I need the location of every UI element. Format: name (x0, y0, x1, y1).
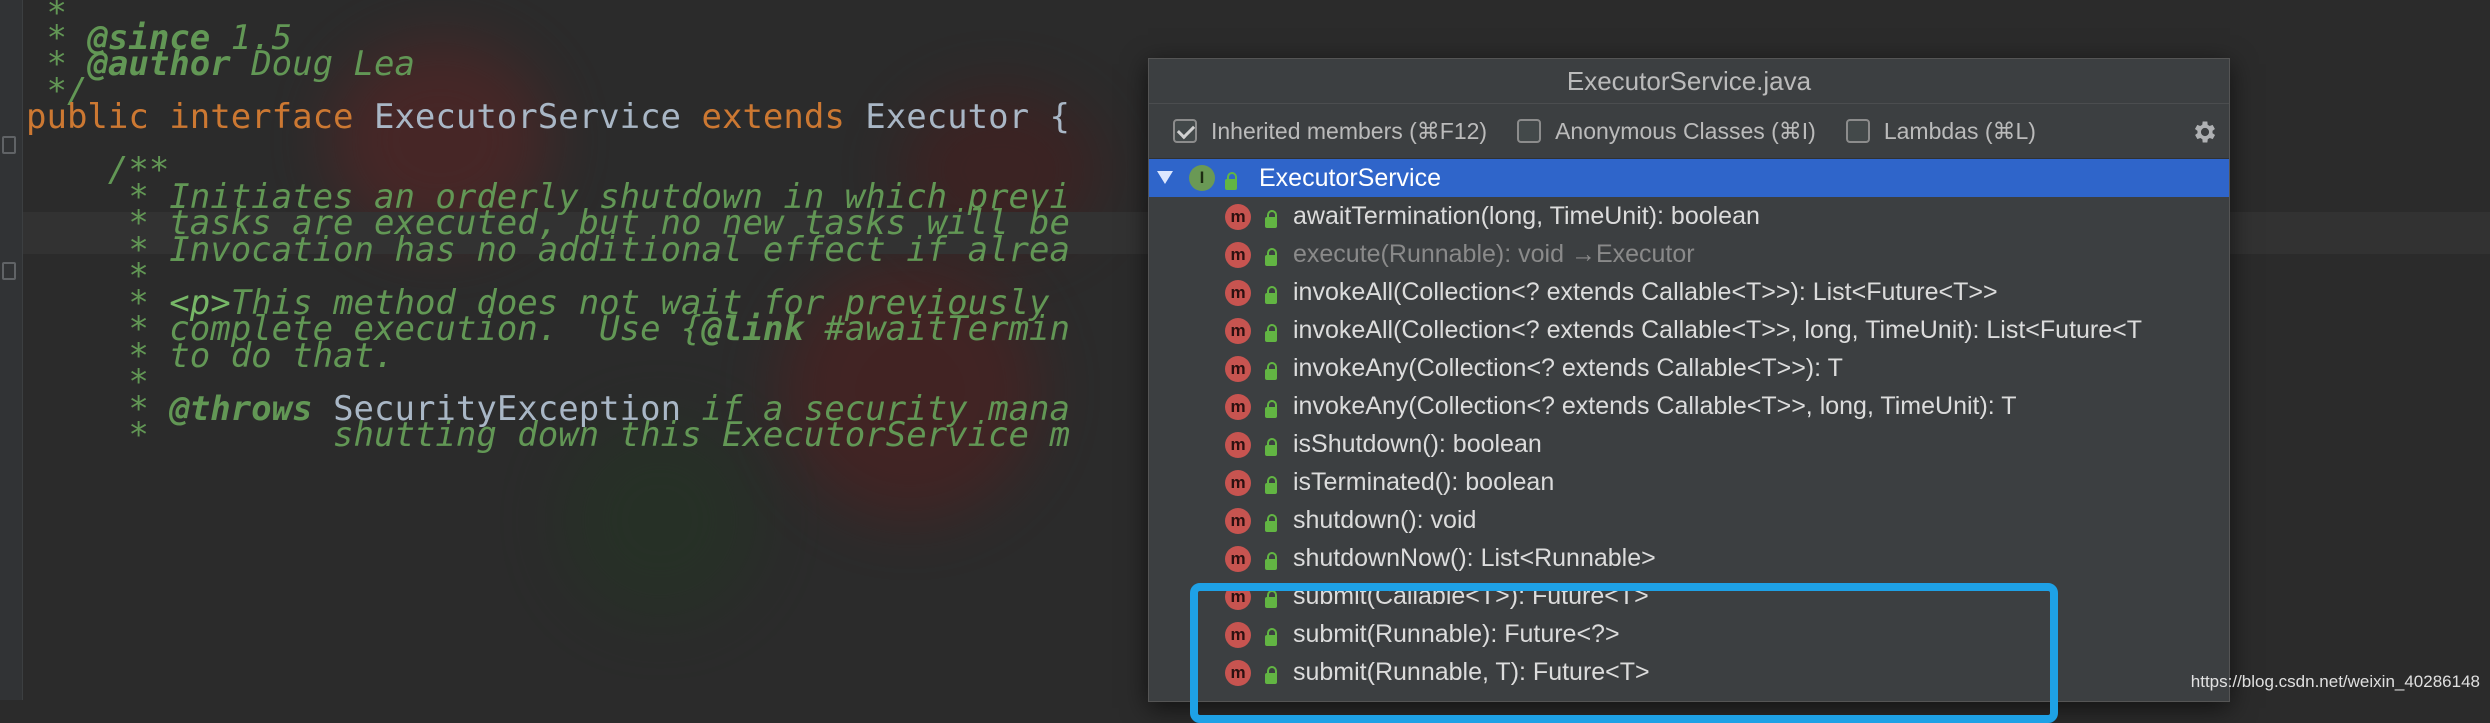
public-lock-icon (1265, 324, 1277, 342)
member-label: isTerminated(): boolean (1293, 468, 1555, 496)
public-lock-icon (1265, 438, 1277, 456)
anonymous-classes-checkbox[interactable] (1517, 119, 1542, 143)
member-label: invokeAny(Collection<? extends Callable<… (1293, 392, 2017, 420)
code-token: * Invocation has no additional effect if… (26, 230, 1070, 270)
tree-member-item[interactable]: m invokeAny(Collection<? extends Callable… (1149, 349, 2229, 387)
method-icon: m (1225, 470, 1251, 496)
member-label: shutdownNow(): List<Runnable> (1293, 544, 1656, 572)
tree-member-item[interactable]: m isTerminated(): boolean (1149, 463, 2229, 501)
method-icon: m (1225, 356, 1251, 382)
public-lock-icon (1265, 286, 1277, 304)
method-icon: m (1225, 318, 1251, 344)
method-icon: m (1225, 280, 1251, 306)
tree-member-item[interactable]: m awaitTermination(long, TimeUnit): boole… (1149, 197, 2229, 235)
code-token: extends (701, 97, 845, 137)
public-lock-icon (1265, 400, 1277, 418)
public-lock-icon (1265, 248, 1277, 266)
code-token: @author (87, 44, 231, 84)
member-label: execute(Runnable): void →Executor (1293, 240, 1695, 268)
tree-root-label: ExecutorService (1259, 164, 1442, 192)
code-token: #awaitTermin (803, 309, 1070, 349)
fold-marker-icon[interactable] (2, 136, 16, 154)
code-token: public interface (26, 97, 354, 137)
editor-gutter[interactable] (0, 0, 23, 700)
inherited-members-label: Inherited members (⌘F12) (1211, 117, 1488, 144)
member-label: awaitTermination(long, TimeUnit): boolea… (1293, 202, 1760, 230)
public-lock-icon (1265, 362, 1277, 380)
code-line: * Invocation has no additional effect if… (26, 229, 1070, 271)
code-token: ExecutorService (353, 97, 702, 137)
lambdas-checkbox[interactable] (1845, 119, 1870, 143)
member-label: invokeAll(Collection<? extends Callable<… (1293, 316, 2143, 344)
code-token: @link (701, 309, 804, 349)
tree-member-item[interactable]: m invokeAll(Collection<? extends Callable… (1149, 311, 2229, 349)
method-icon: m (1225, 394, 1251, 420)
tree-member-item[interactable]: m invokeAny(Collection<? extends Callable… (1149, 387, 2229, 425)
member-label: isShutdown(): boolean (1293, 430, 1542, 458)
submit-methods-highlight (1190, 583, 2058, 723)
inherited-members-checkbox[interactable] (1173, 119, 1197, 143)
gear-icon[interactable] (2191, 118, 2219, 146)
code-token: * shutting down this ExecutorService m (26, 415, 1070, 455)
anonymous-classes-label: Anonymous Classes (⌘I) (1555, 117, 1816, 144)
popup-title: ExecutorService.java (1149, 59, 2229, 104)
public-lock-icon (1265, 514, 1277, 532)
tree-member-item[interactable]: m execute(Runnable): void →Executor (1149, 235, 2229, 273)
public-lock-icon (1265, 476, 1277, 494)
tree-member-item[interactable]: m invokeAll(Collection<? extends Callable… (1149, 273, 2229, 311)
public-lock-icon (1265, 552, 1277, 570)
method-icon: m (1225, 546, 1251, 572)
method-icon: m (1225, 508, 1251, 534)
interface-icon: I (1189, 165, 1215, 191)
code-token: Executor { (844, 97, 1070, 137)
member-label: invokeAll(Collection<? extends Callable<… (1293, 278, 1998, 306)
tree-member-item[interactable]: m isShutdown(): boolean (1149, 425, 2229, 463)
tree-root-executorservice[interactable]: I ExecutorService (1149, 159, 2229, 197)
member-label: shutdown(): void (1293, 506, 1477, 534)
anonymous-classes-option[interactable]: Anonymous Classes (⌘I) (1517, 118, 1816, 145)
lambdas-label: Lambdas (⌘L) (1883, 117, 2036, 144)
popup-options-bar: Inherited members (⌘F12) Anonymous Class… (1149, 104, 2229, 159)
inherited-members-option[interactable]: Inherited members (⌘F12) (1173, 118, 1487, 145)
code-line: public interface ExecutorService extends… (26, 96, 1070, 138)
code-line: * shutting down this ExecutorService m (26, 414, 1070, 456)
method-icon: m (1225, 204, 1251, 230)
lambdas-option[interactable]: Lambdas (⌘L) (1845, 117, 2036, 145)
fold-marker-icon[interactable] (2, 262, 16, 280)
public-lock-icon (1265, 210, 1277, 228)
code-token: Doug Lea (230, 44, 415, 84)
tree-member-item[interactable]: m shutdownNow(): List<Runnable> (1149, 539, 2229, 577)
member-label: invokeAny(Collection<? extends Callable<… (1293, 354, 1843, 382)
expand-arrow-icon[interactable] (1157, 171, 1173, 184)
method-icon: m (1225, 242, 1251, 268)
public-lock-icon (1225, 172, 1237, 190)
method-icon: m (1225, 432, 1251, 458)
tree-member-item[interactable]: m shutdown(): void (1149, 501, 2229, 539)
watermark: https://blog.csdn.net/weixin_40286148 (2190, 672, 2480, 691)
